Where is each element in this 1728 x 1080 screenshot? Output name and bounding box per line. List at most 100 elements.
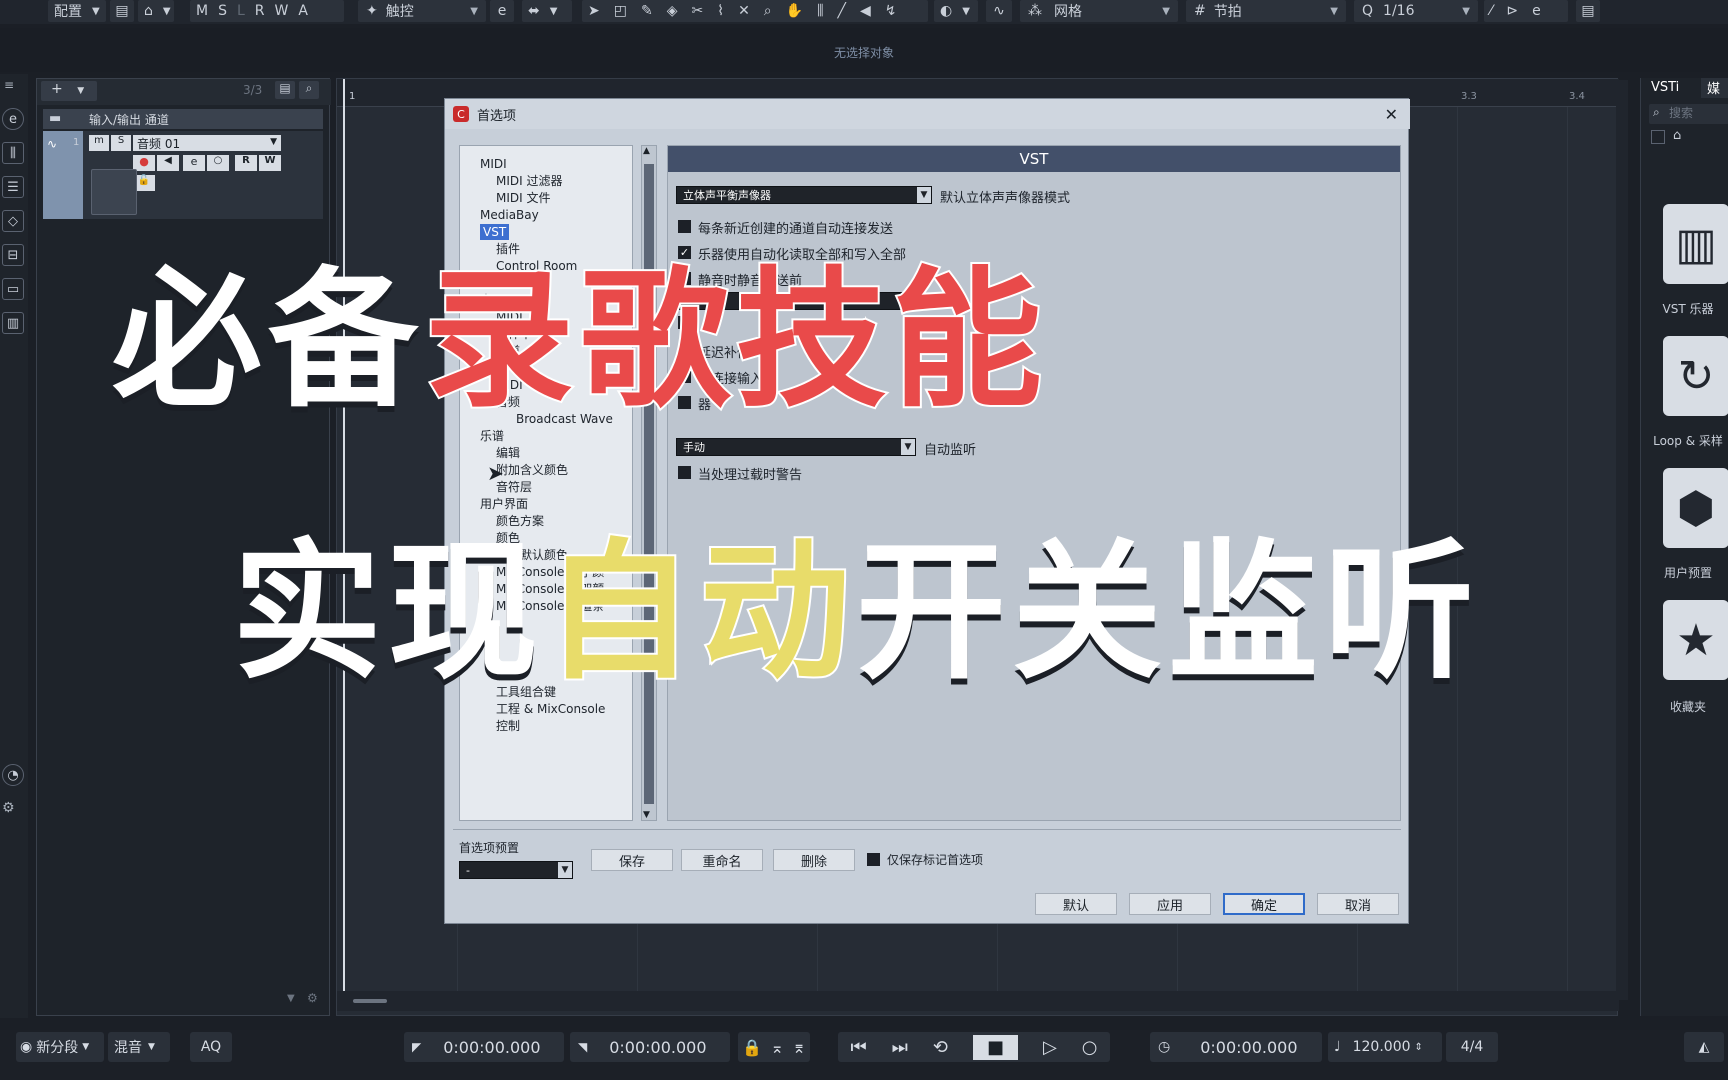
lock-icon[interactable]: 🔒 bbox=[742, 1038, 762, 1057]
close-icon[interactable]: ✕ bbox=[1385, 105, 1398, 124]
transport-settings-icon[interactable]: ◭ bbox=[1684, 1032, 1724, 1062]
auto-quantize-button[interactable]: AQ bbox=[190, 1032, 232, 1062]
go-to-start-icon[interactable]: ⏮ bbox=[850, 1037, 866, 1058]
layout-icon[interactable]: ▤ bbox=[1576, 0, 1600, 22]
zoom-tool-icon[interactable]: ⌕ bbox=[764, 3, 772, 19]
mixer-icon[interactable]: ☰ bbox=[2, 176, 24, 198]
quantize-apply-icon[interactable]: ⊳ bbox=[1506, 3, 1518, 19]
add-track-button[interactable]: + ▼ bbox=[41, 81, 97, 101]
time-base-button[interactable]: ○ bbox=[207, 155, 229, 171]
menu-icon[interactable]: ≡ bbox=[4, 78, 14, 92]
play-icon[interactable]: ▷ bbox=[1043, 1037, 1057, 1058]
tab-media[interactable]: 媒 bbox=[1701, 78, 1728, 98]
write-automation-button[interactable]: W bbox=[259, 155, 281, 171]
range-tool-icon[interactable]: ◰ bbox=[614, 3, 627, 19]
loop-icon[interactable]: ↻ bbox=[1663, 336, 1728, 416]
star-icon[interactable]: ★ bbox=[1663, 600, 1728, 680]
chevron-down-icon[interactable]: ▼ bbox=[287, 993, 295, 1004]
arrow-tool-icon[interactable]: ➤ bbox=[588, 3, 600, 19]
listen-button[interactable]: L bbox=[237, 3, 245, 19]
edit-channel-button[interactable]: e bbox=[183, 155, 205, 171]
apply-button[interactable]: 应用 bbox=[1129, 893, 1211, 915]
record-icon[interactable]: ○ bbox=[1082, 1037, 1098, 1058]
time-signature[interactable]: 4/4 bbox=[1446, 1032, 1498, 1062]
overload-warning-checkbox[interactable] bbox=[678, 466, 691, 479]
back-icon[interactable] bbox=[1651, 130, 1665, 144]
dialog-title-bar[interactable]: C 首选项 ✕ bbox=[445, 99, 1410, 129]
edit-circle-icon[interactable]: e bbox=[2, 108, 24, 130]
list-icon[interactable]: ▤ bbox=[110, 0, 134, 22]
right-locator[interactable]: ◥ 0:00:00.000 bbox=[570, 1032, 730, 1062]
save-button[interactable]: 保存 bbox=[591, 849, 673, 871]
scissors-tool-icon[interactable]: ✂ bbox=[691, 3, 703, 19]
search-icon[interactable]: ⌕ bbox=[299, 81, 319, 99]
monitor-icon[interactable]: ▭ bbox=[2, 278, 24, 300]
stop-icon[interactable]: ■ bbox=[972, 1034, 1018, 1060]
tempo-display[interactable]: ♩ 120.000 ⇕ bbox=[1328, 1032, 1442, 1062]
tree-item[interactable]: 附加含义颜色 bbox=[496, 462, 568, 478]
piano-keys-icon[interactable]: ▥ bbox=[1663, 204, 1728, 284]
tree-scrollbar[interactable]: ▲ ▼ bbox=[641, 145, 657, 821]
write-button[interactable]: W bbox=[275, 3, 289, 19]
settings-icon[interactable]: ⚙ bbox=[2, 800, 15, 816]
hand-tool-icon[interactable]: ✋ bbox=[786, 3, 803, 19]
tree-item[interactable]: MIDI 文件 bbox=[496, 190, 551, 206]
user-preset-icon[interactable]: ⬢ bbox=[1663, 468, 1728, 548]
iq-icon[interactable]: ⁄ bbox=[1490, 3, 1492, 19]
left-locator[interactable]: ◤ 0:00:00.000 bbox=[404, 1032, 564, 1062]
marker-icon[interactable]: ◇ bbox=[2, 210, 24, 232]
horizontal-scrollbar[interactable] bbox=[337, 991, 1619, 1011]
scroll-thumb[interactable] bbox=[353, 999, 387, 1003]
home-icon[interactable]: ⌂ ▼ bbox=[138, 0, 174, 22]
speaker-tool-icon[interactable]: ◀ bbox=[860, 3, 871, 19]
settings-icon[interactable]: ⚙ bbox=[307, 991, 318, 1005]
mute-button[interactable]: M bbox=[196, 3, 208, 19]
grid-mode-dropdown[interactable]: # 节拍 ▼ bbox=[1186, 0, 1346, 22]
track-name-field[interactable]: 音频 01 ▼ bbox=[133, 135, 281, 151]
monitor-button[interactable]: ◀ bbox=[157, 155, 179, 171]
audio-track[interactable]: ∿ 1 m S 音频 01 ▼ ● ◀ e ○ R W 🔓 bbox=[43, 131, 323, 219]
tree-item[interactable]: 乐谱 bbox=[480, 428, 504, 444]
punch-in-icon[interactable]: ⌅ bbox=[771, 1038, 784, 1057]
ok-button[interactable]: 确定 bbox=[1223, 893, 1305, 915]
delete-button[interactable]: 删除 bbox=[773, 849, 855, 871]
config-dropdown[interactable]: 配置 ▼ bbox=[48, 0, 106, 22]
read-button[interactable]: R bbox=[255, 3, 265, 19]
tree-item[interactable]: VST bbox=[480, 224, 510, 240]
tree-item[interactable]: 编辑 bbox=[496, 445, 520, 461]
search-input[interactable]: ⌕ 搜索 bbox=[1649, 104, 1728, 124]
only-marked-checkbox[interactable] bbox=[867, 853, 880, 866]
rename-button[interactable]: 重命名 bbox=[681, 849, 763, 871]
meter-icon[interactable]: ⫼ bbox=[2, 142, 24, 164]
pencil-tool-icon[interactable]: ✎ bbox=[641, 3, 653, 19]
comp-tool-icon[interactable]: ⫼ bbox=[817, 3, 823, 19]
tree-item[interactable]: 控制 bbox=[496, 718, 520, 734]
segment-mode-dropdown[interactable]: ◉ 新分段 ▼ bbox=[16, 1032, 104, 1062]
cancel-button[interactable]: 取消 bbox=[1317, 893, 1399, 915]
tree-item[interactable]: 工程 & MixConsole bbox=[496, 701, 605, 717]
tab-vsti[interactable]: VSTi bbox=[1651, 80, 1679, 95]
curve-icon[interactable]: ∿ bbox=[986, 0, 1012, 22]
folder-track[interactable]: ▬ 输入/输出 通道 bbox=[43, 109, 323, 129]
eraser-tool-icon[interactable]: ◈ bbox=[667, 3, 678, 19]
touch-mode-dropdown[interactable]: ✦ 触控 ▼ bbox=[358, 0, 486, 22]
cycle-icon[interactable]: ⟲ bbox=[933, 1037, 948, 1058]
a-button[interactable]: A bbox=[298, 3, 308, 19]
chevron-up-icon[interactable]: ▲ bbox=[643, 146, 650, 156]
solo-button[interactable]: S bbox=[111, 135, 131, 151]
solo-button[interactable]: S bbox=[218, 3, 227, 19]
monitor-mode-dropdown[interactable]: 手动 ▼ bbox=[676, 438, 916, 456]
tree-item[interactable]: 用户界面 bbox=[480, 496, 528, 512]
tree-item[interactable]: MIDI 过滤器 bbox=[496, 173, 563, 189]
fader-icon[interactable]: ⊟ bbox=[2, 244, 24, 266]
default-button[interactable]: 默认 bbox=[1035, 893, 1117, 915]
home-icon[interactable]: ⌂ bbox=[1673, 128, 1681, 143]
edit-icon[interactable]: e bbox=[1532, 3, 1541, 19]
stereo-panner-dropdown[interactable]: 立体声平衡声像器 ▼ bbox=[676, 186, 932, 204]
glue-tool-icon[interactable]: ⌇ bbox=[717, 3, 724, 19]
tree-item[interactable]: MIDI bbox=[480, 156, 507, 172]
timer-icon[interactable]: ◔ bbox=[2, 764, 24, 786]
list-view-icon[interactable]: ▤ bbox=[275, 81, 295, 99]
preset-dropdown[interactable]: - ▼ bbox=[459, 861, 573, 879]
warp-tool-icon[interactable]: ↯ bbox=[885, 3, 897, 19]
